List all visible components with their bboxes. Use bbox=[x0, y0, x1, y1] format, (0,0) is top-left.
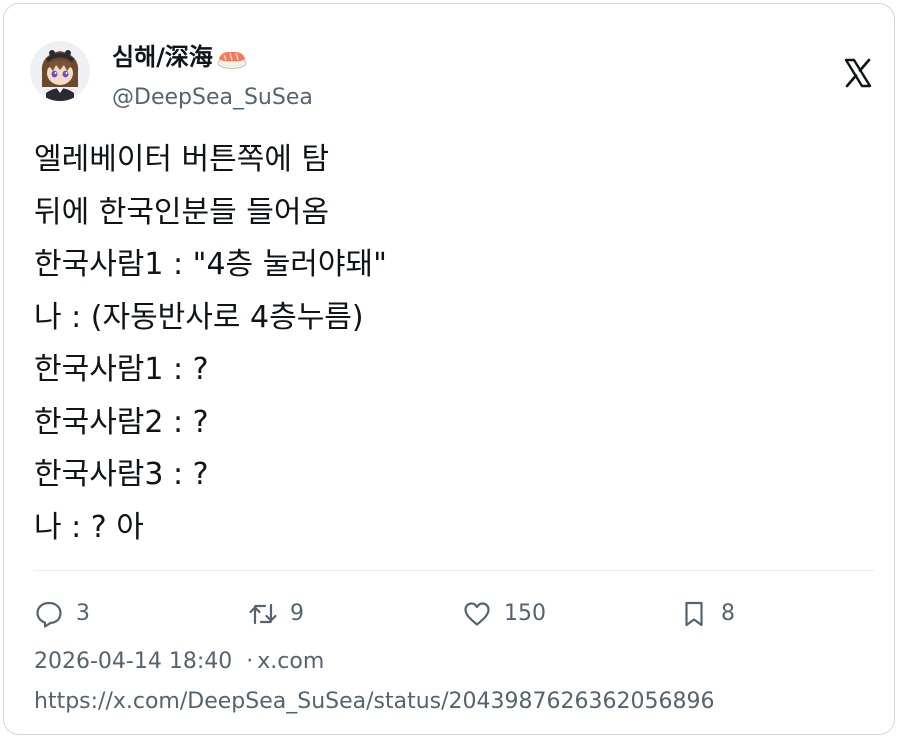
tweet-line: 뒤에 한국인분들 들어옴 bbox=[34, 194, 330, 230]
bookmark-button[interactable]: 8 bbox=[679, 594, 735, 634]
tweet-meta: 2026-04-14 18:40 · x.com bbox=[34, 646, 324, 678]
tweet-text: 엘레베이터 버튼쪽에 탐 뒤에 한국인분들 들어옴 한국사람1 : "4층 눌러… bbox=[34, 134, 874, 554]
tweet-url[interactable]: https://x.com/DeepSea_SuSea/status/20439… bbox=[34, 686, 715, 718]
tweet-line: 한국사람1 : "4층 눌러야돼" bbox=[34, 247, 387, 282]
reply-count: 3 bbox=[76, 601, 90, 626]
tweet-line: 한국사람1 : ? bbox=[34, 352, 209, 387]
like-button[interactable]: 150 bbox=[462, 594, 546, 634]
sushi-icon bbox=[215, 46, 249, 69]
retweet-button[interactable]: 9 bbox=[248, 594, 304, 634]
retweet-icon bbox=[249, 603, 277, 625]
x-logo-icon[interactable] bbox=[844, 58, 872, 88]
action-bar: 3 9 150 8 bbox=[34, 594, 874, 634]
like-count: 150 bbox=[504, 601, 546, 626]
divider bbox=[34, 570, 874, 571]
tweet-line: 엘레베이터 버튼쪽에 탐 bbox=[34, 142, 330, 177]
timestamp[interactable]: 2026-04-14 18:40 bbox=[34, 649, 232, 674]
user-handle[interactable]: @DeepSea_SuSea bbox=[112, 84, 313, 112]
avatar[interactable] bbox=[30, 41, 90, 101]
heart-icon bbox=[464, 602, 490, 626]
tweet-line: 나 : (자동반사로 4층누름) bbox=[34, 299, 364, 335]
display-name-text: 심해/深海 bbox=[112, 43, 213, 71]
meta-separator: · bbox=[246, 649, 254, 674]
source-link[interactable]: x.com bbox=[257, 649, 324, 674]
reply-button[interactable]: 3 bbox=[34, 594, 90, 634]
bookmark-icon bbox=[685, 601, 703, 627]
reply-icon bbox=[36, 601, 62, 628]
tweet-line: 한국사람2 : ? bbox=[34, 404, 209, 440]
tweet-line: 한국사람3 : ? bbox=[34, 457, 209, 492]
tweet-line: 나 : ? 아 bbox=[34, 509, 144, 545]
anime-avatar-icon bbox=[30, 41, 90, 101]
retweet-count: 9 bbox=[290, 601, 304, 626]
tweet-card: 심해/深海 @DeepSea_SuSea 엘레베이터 버튼쪽에 탐 뒤에 한국인… bbox=[3, 3, 895, 735]
bookmark-count: 8 bbox=[721, 601, 735, 626]
display-name[interactable]: 심해/深海 bbox=[112, 42, 249, 72]
